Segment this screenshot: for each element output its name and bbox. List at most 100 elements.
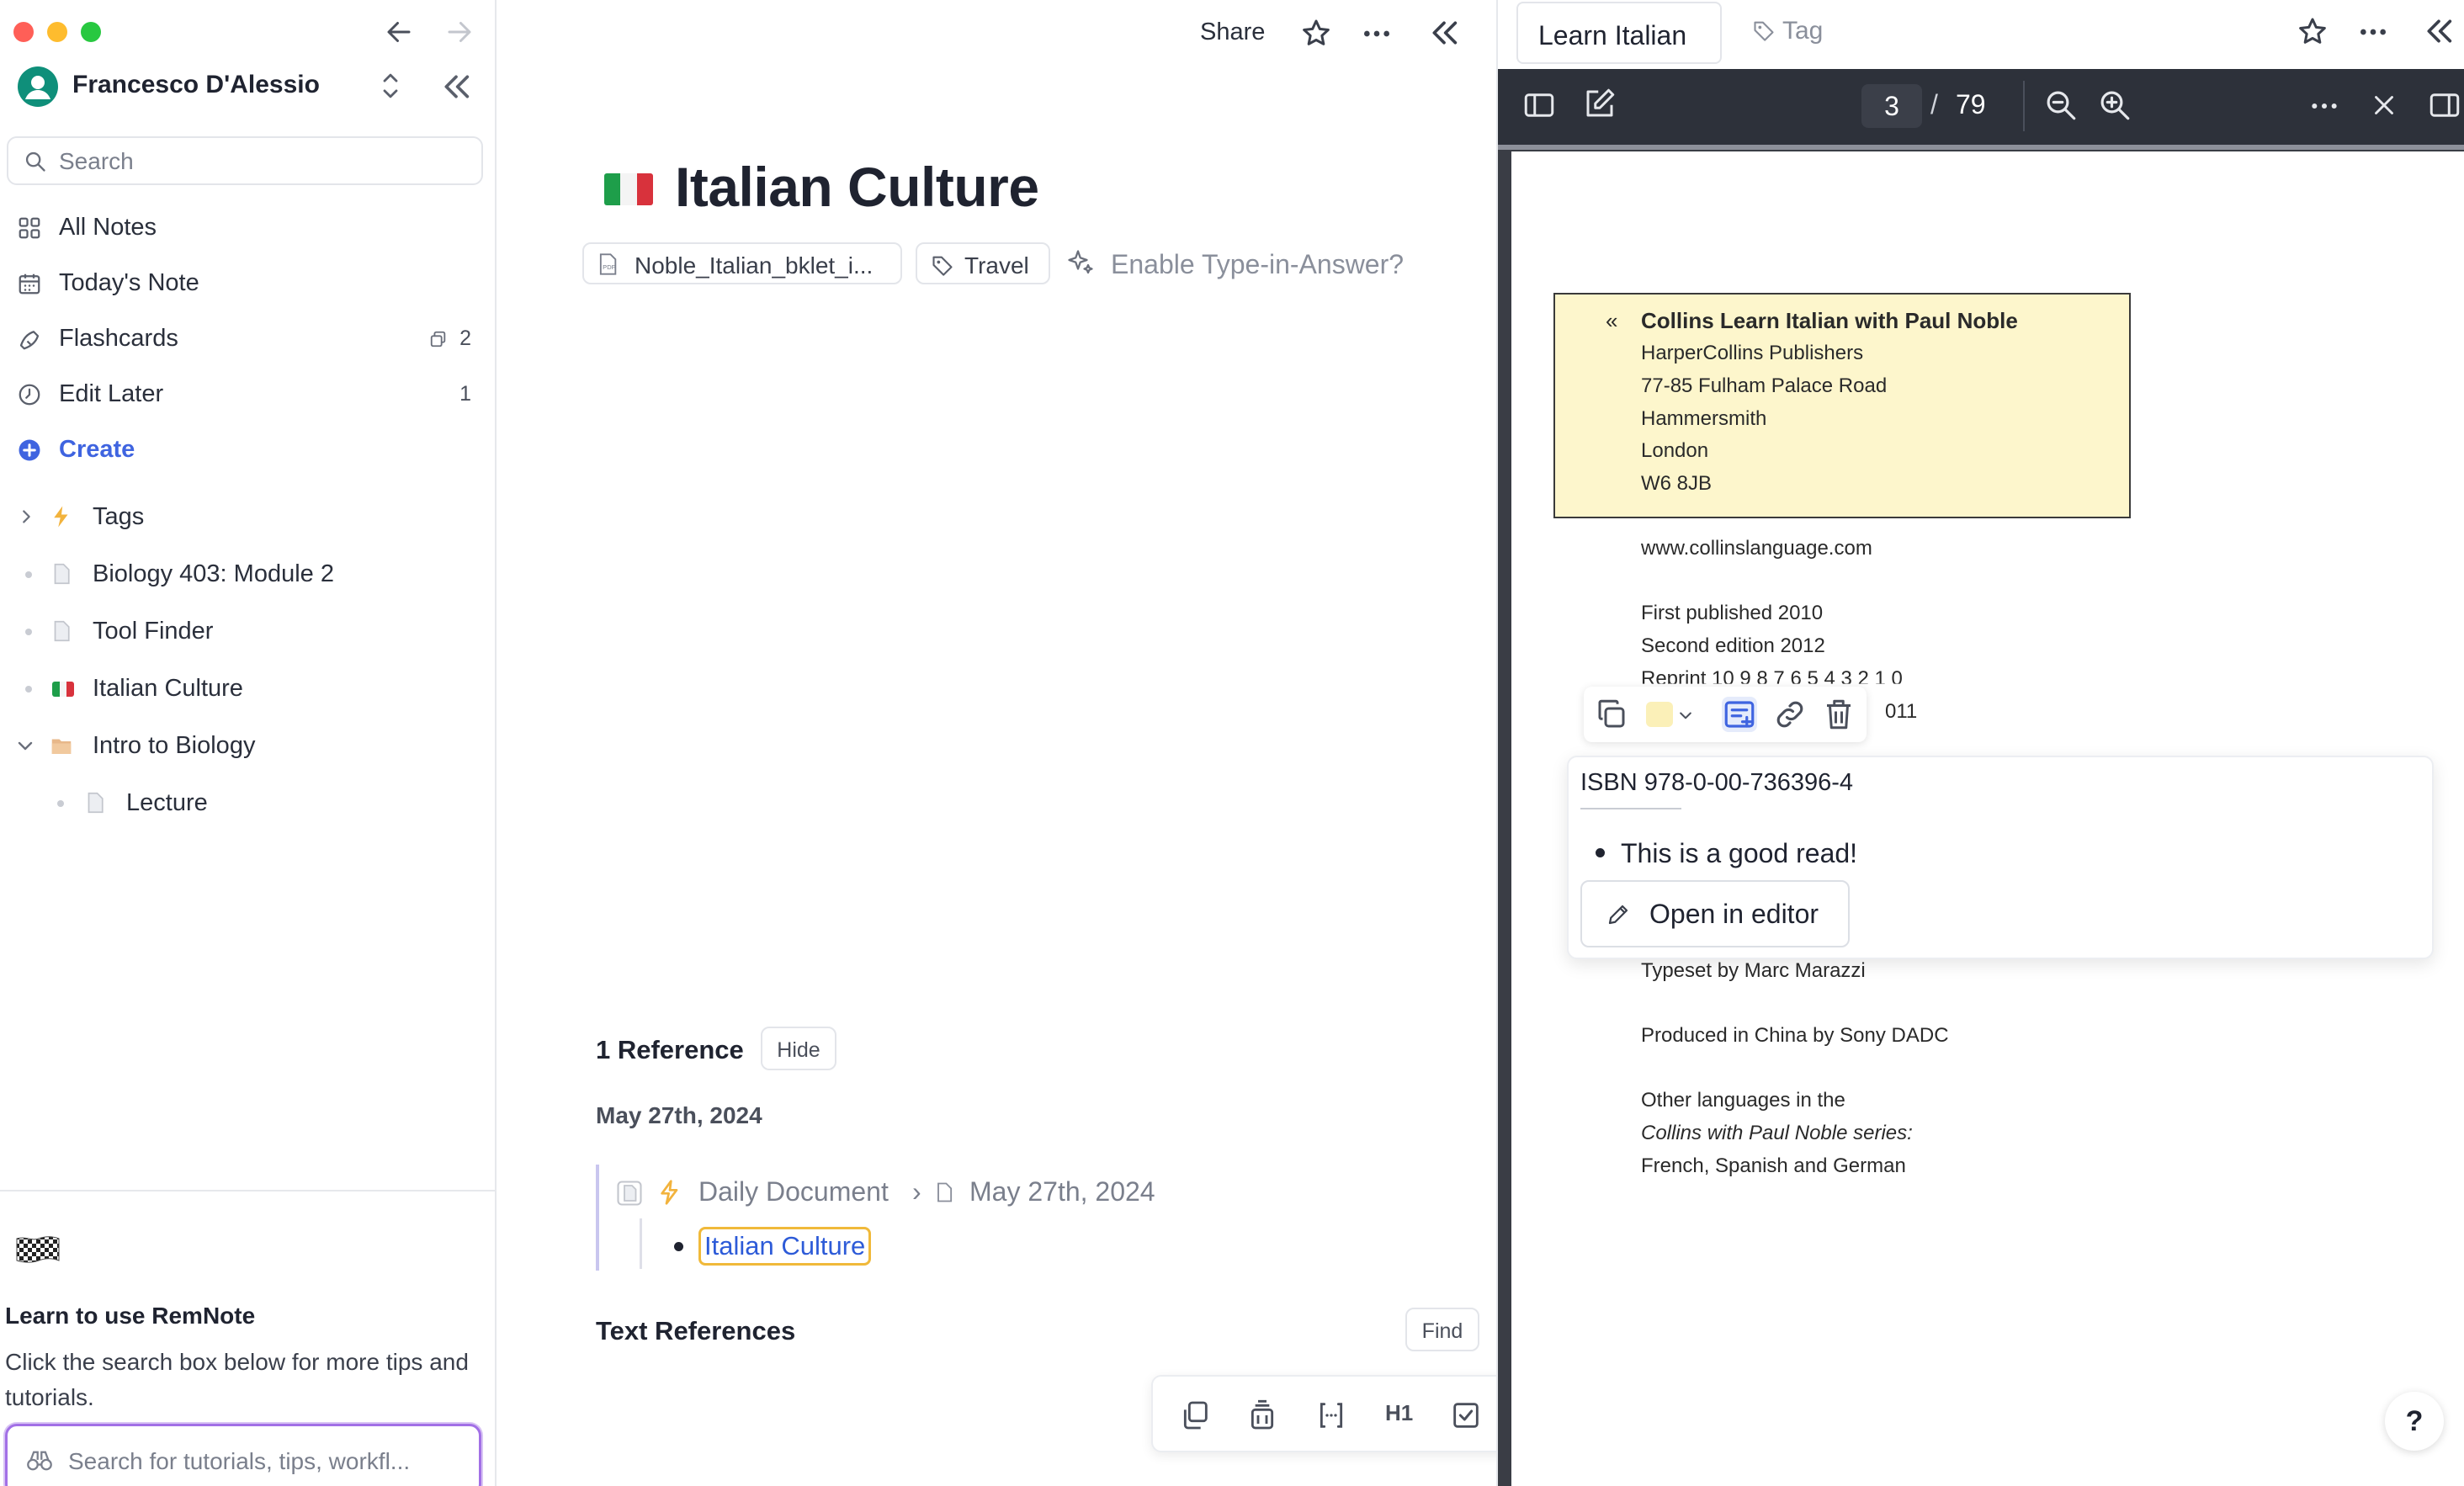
tree-label: Biology 403: Module 2 (93, 560, 334, 587)
add-to-note-icon[interactable] (1722, 697, 1757, 732)
tab-learn-italian[interactable]: Learn Italian (1516, 2, 1722, 64)
checkbox-icon[interactable] (1449, 1398, 1483, 1432)
nav-edit-later[interactable]: Edit Later 1 (0, 370, 488, 417)
tree-item-lecture[interactable]: Lecture (0, 779, 488, 826)
forward-arrow-icon[interactable] (441, 17, 478, 47)
page-title[interactable]: Italian Culture (675, 155, 1039, 219)
find-button[interactable]: Find (1405, 1308, 1479, 1351)
flashcard-stack-icon[interactable] (1245, 1398, 1279, 1432)
edit-icon[interactable] (1582, 86, 1617, 121)
search-icon (24, 150, 47, 173)
flashcards-count: 2 (459, 326, 471, 350)
close-icon[interactable] (2368, 89, 2400, 121)
open-in-editor-button[interactable]: Open in editor (1580, 880, 1850, 947)
bullet-dot (674, 1242, 683, 1251)
breadcrumb-daily-document[interactable]: Daily Document (698, 1176, 889, 1207)
pdf-more-icon[interactable] (2306, 89, 2343, 123)
more-options-icon[interactable] (1358, 17, 1395, 50)
tag-icon (931, 253, 954, 277)
page-number-input[interactable]: 3 (1861, 84, 1922, 128)
star-icon[interactable] (1299, 17, 1333, 50)
link-icon[interactable] (1772, 697, 1808, 732)
note-bullet-text[interactable]: This is a good read! (1621, 838, 1857, 869)
plus-circle-icon (17, 438, 42, 463)
minimize-window-button[interactable] (47, 22, 67, 42)
hide-label: Hide (777, 1038, 820, 1062)
note-isbn[interactable]: ISBN 978-0-00-736396-4 (1580, 769, 1853, 797)
maximize-window-button[interactable] (81, 22, 101, 42)
tree-item-intro-biology[interactable]: Intro to Biology (0, 722, 488, 769)
close-window-button[interactable] (13, 22, 34, 42)
tree-item-tags[interactable]: Tags (0, 493, 488, 540)
cloze-icon[interactable] (1314, 1398, 1348, 1432)
heading-1-button[interactable]: H1 (1385, 1400, 1413, 1426)
tag-pill-travel[interactable]: Travel (916, 242, 1050, 284)
tutorial-search-placeholder: Search for tutorials, tips, workfl... (68, 1448, 411, 1474)
bullet-dot (57, 800, 64, 807)
nav-flashcards[interactable]: Flashcards 2 (0, 315, 488, 362)
zoom-out-icon[interactable] (2043, 88, 2079, 123)
document-icon (49, 561, 74, 586)
lightning-icon (49, 504, 74, 529)
user-name[interactable]: Francesco D'Alessio (72, 71, 320, 99)
help-button[interactable]: ? (2385, 1392, 2444, 1451)
tree-item-biology-403[interactable]: Biology 403: Module 2 (0, 550, 488, 597)
copy-block-icon[interactable] (1178, 1398, 1212, 1432)
reference-date: May 27th, 2024 (596, 1102, 762, 1128)
back-arrow-icon[interactable] (380, 17, 417, 47)
collapse-panel-icon[interactable] (1427, 19, 1461, 47)
nav-label: All Notes (59, 214, 157, 241)
avatar[interactable] (17, 66, 59, 108)
note-divider (1580, 808, 1681, 809)
share-button[interactable]: Share (1200, 19, 1265, 46)
hide-references-button[interactable]: Hide (761, 1027, 836, 1070)
tree-item-tool-finder[interactable]: Tool Finder (0, 608, 488, 655)
more-options-icon[interactable] (2355, 15, 2392, 49)
breadcrumb-date[interactable]: May 27th, 2024 (969, 1176, 1155, 1207)
create-label: Create (59, 436, 135, 463)
highlight-collapse-arrow[interactable]: « (1606, 308, 1617, 334)
tips-description: Click the search box below for more tips… (5, 1349, 469, 1410)
bullet-dot (25, 571, 32, 578)
tree-item-italian-culture[interactable]: Italian Culture (0, 665, 488, 712)
breadcrumb-separator: › (912, 1176, 921, 1207)
tag-icon[interactable] (1752, 19, 1776, 42)
pdf-text-line: London (1641, 439, 1709, 462)
tag-pill-label: Travel (964, 252, 1029, 279)
switch-account-icon[interactable] (379, 69, 402, 103)
chevron-right-icon[interactable] (17, 507, 35, 527)
chevron-down-icon[interactable] (1676, 707, 1695, 724)
star-icon[interactable] (2296, 15, 2329, 49)
page-current: 3 (1884, 91, 1899, 121)
sidebar-toggle-icon[interactable] (1521, 88, 1557, 123)
nav-todays-note[interactable]: Today's Note (0, 259, 488, 306)
tips-title: Learn to use RemNote (5, 1303, 256, 1329)
pdf-source-pill[interactable]: PDF Noble_Italian_bklet_i... (582, 242, 902, 284)
nav-label: Edit Later (59, 380, 164, 407)
collapse-sidebar-icon[interactable] (439, 72, 473, 101)
document-icon (932, 1180, 956, 1205)
text-references-title: Text References (596, 1316, 796, 1345)
clock-icon (17, 382, 42, 407)
trash-icon[interactable] (1821, 697, 1856, 732)
svg-text:PDF: PDF (603, 263, 616, 271)
tree-label: Tags (93, 503, 145, 530)
grid-icon (17, 215, 42, 241)
side-panel-icon[interactable] (2427, 88, 2462, 123)
tutorial-search-input[interactable]: Search for tutorials, tips, workfl... (5, 1424, 481, 1486)
reference-link-italian-culture[interactable]: Italian Culture (698, 1227, 872, 1266)
search-input[interactable]: Search (7, 136, 483, 185)
nav-label: Flashcards (59, 325, 178, 352)
copy-icon[interactable] (1594, 697, 1629, 732)
binoculars-icon (26, 1448, 53, 1473)
nav-all-notes[interactable]: All Notes (0, 204, 488, 251)
pdf-text-line: First published 2010 (1641, 602, 1824, 624)
enable-type-in-answer-button[interactable]: Enable Type-in-Answer? (1111, 249, 1404, 280)
add-tag-button[interactable]: Tag (1782, 17, 1823, 45)
highlight-color-swatch[interactable] (1646, 702, 1673, 727)
chevron-down-icon[interactable] (15, 735, 35, 756)
collapse-panel-icon[interactable] (2422, 17, 2456, 45)
create-button[interactable]: Create (0, 426, 488, 473)
pdf-text-line: Collins with Paul Noble series: (1641, 1122, 1913, 1144)
zoom-in-icon[interactable] (2097, 88, 2132, 123)
